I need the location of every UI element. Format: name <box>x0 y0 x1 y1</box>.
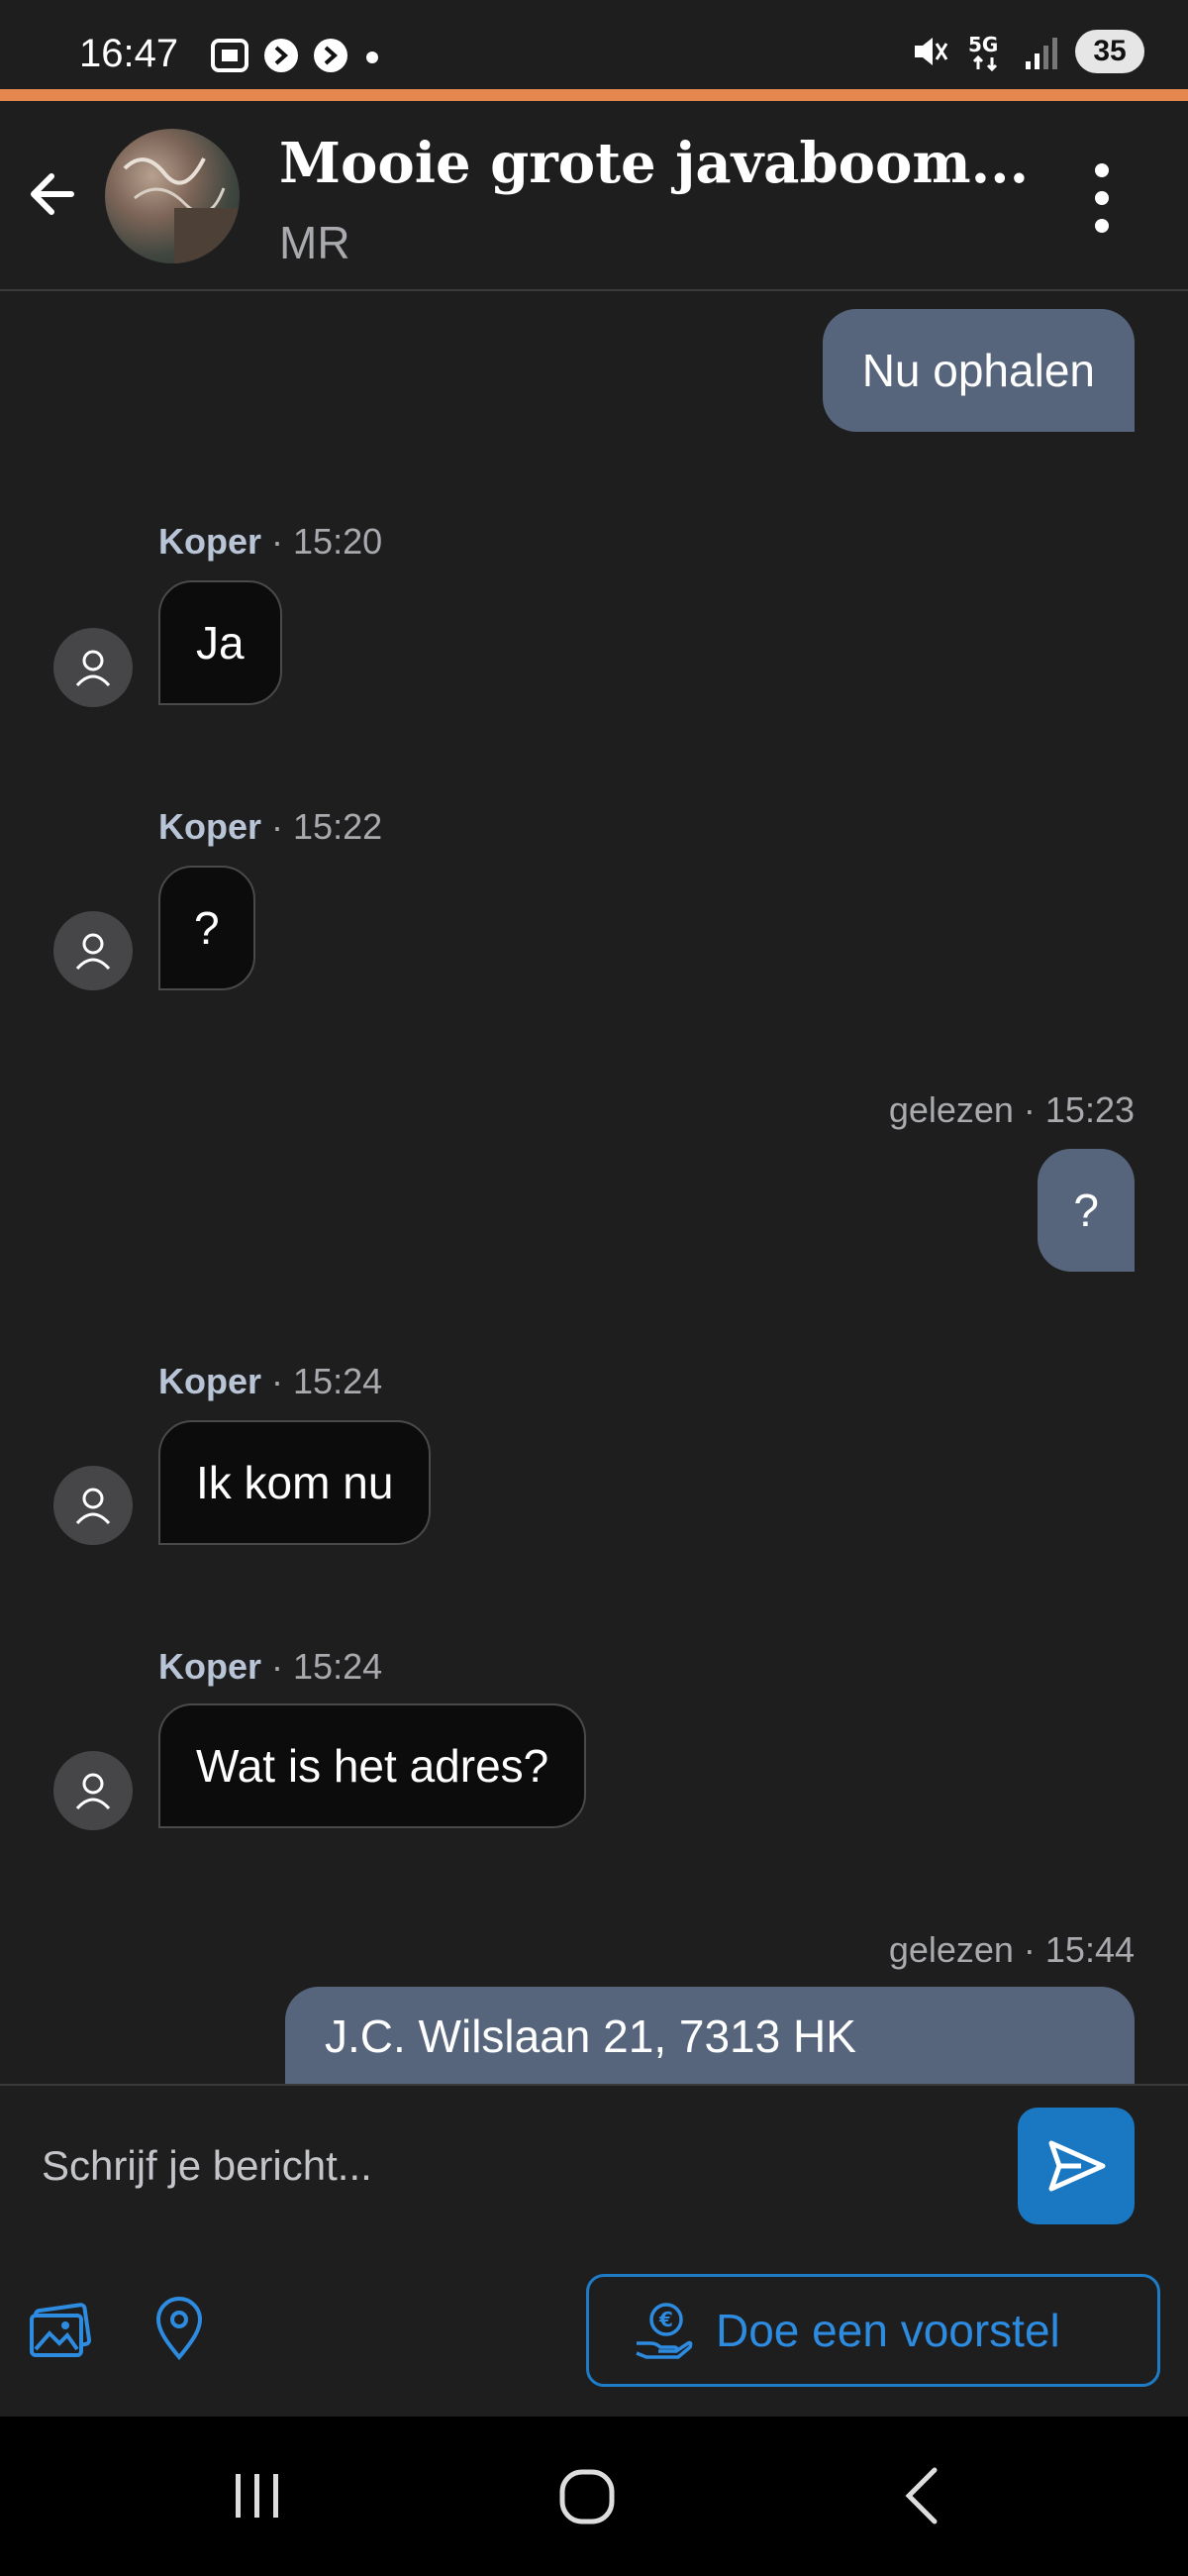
network-5g-icon: 5G <box>968 33 998 72</box>
message-meta: Koper · 15:22 <box>158 806 382 848</box>
incoming-message[interactable]: Ik kom nu <box>158 1420 432 1545</box>
sender-name: Koper <box>158 806 262 847</box>
sender-name: Koper <box>158 521 262 562</box>
user-avatar <box>53 628 133 707</box>
message-composer <box>0 2084 1188 2246</box>
message-meta: Koper · 15:24 <box>158 1361 382 1402</box>
chat-title[interactable]: Mooie grote javaboom... <box>279 131 1029 196</box>
send-icon <box>1048 2140 1106 2192</box>
app-notification-icon <box>314 39 347 72</box>
status-time: 16:47 <box>79 32 179 75</box>
status-notification-icons <box>210 38 382 73</box>
sender-name: Koper <box>158 1361 262 1401</box>
incoming-message[interactable]: ? <box>158 866 255 990</box>
euro-hand-icon: € <box>636 2303 693 2359</box>
screenshot-icon <box>211 39 248 72</box>
message-meta: gelezen · 15:44 <box>888 1929 1135 1970</box>
recent-apps-icon[interactable] <box>228 2464 287 2527</box>
person-icon <box>75 933 111 971</box>
incoming-message[interactable]: Wat is het adres? <box>158 1703 587 1828</box>
message-meta: Koper · 15:20 <box>158 521 382 563</box>
svg-text:€: € <box>658 2308 673 2331</box>
image-gallery-icon[interactable] <box>26 2294 95 2363</box>
message-time: · 15:24 <box>271 1361 383 1401</box>
person-icon <box>75 650 111 687</box>
home-icon[interactable] <box>556 2464 620 2527</box>
message-time: · 15:24 <box>271 1646 383 1687</box>
user-avatar <box>53 1751 133 1830</box>
outgoing-message[interactable]: J.C. Wilslaan 21, 7313 HK <box>285 1987 1135 2084</box>
user-avatar <box>53 1466 133 1545</box>
message-time: · 15:20 <box>271 521 383 562</box>
more-options-icon[interactable] <box>1079 158 1125 238</box>
system-back-icon[interactable] <box>897 2464 946 2527</box>
outgoing-message[interactable]: ? <box>1038 1149 1135 1272</box>
action-bar: € Doe een voorstel <box>0 2244 1188 2417</box>
message-input[interactable] <box>40 2115 994 2216</box>
listing-thumbnail[interactable] <box>105 129 240 263</box>
mute-icon <box>915 38 948 65</box>
user-avatar <box>53 911 133 990</box>
message-meta: Koper · 15:24 <box>158 1646 382 1688</box>
sender-name: Koper <box>158 1646 262 1687</box>
signal-icon <box>1026 38 1057 69</box>
chat-subtitle: MR <box>279 217 350 268</box>
status-bar: 16:47 5G 35 <box>0 0 1188 91</box>
svg-text:5G: 5G <box>968 33 998 56</box>
make-offer-label: Doe een voorstel <box>716 2305 1060 2356</box>
incoming-message[interactable]: Ja <box>158 580 282 705</box>
back-arrow-icon[interactable] <box>22 162 85 226</box>
person-icon <box>75 1773 111 1810</box>
message-time: · 15:22 <box>271 806 383 847</box>
dot-icon <box>366 52 378 63</box>
chat-header: Mooie grote javaboom... MR <box>0 101 1188 291</box>
make-offer-button[interactable]: € Doe een voorstel <box>586 2274 1160 2387</box>
battery-indicator: 35 <box>1075 30 1144 73</box>
accent-line <box>0 89 1188 101</box>
person-icon <box>75 1488 111 1525</box>
app-notification-icon <box>264 39 298 72</box>
message-meta: gelezen · 15:23 <box>888 1089 1135 1130</box>
location-pin-icon[interactable] <box>145 2294 214 2363</box>
outgoing-message[interactable]: Nu ophalen <box>822 309 1135 432</box>
system-navigation-bar <box>0 2417 1188 2576</box>
message-list[interactable]: Nu ophalen Koper · 15:20 Ja Koper · 15:2… <box>0 291 1188 2084</box>
send-button[interactable] <box>1018 2108 1135 2224</box>
